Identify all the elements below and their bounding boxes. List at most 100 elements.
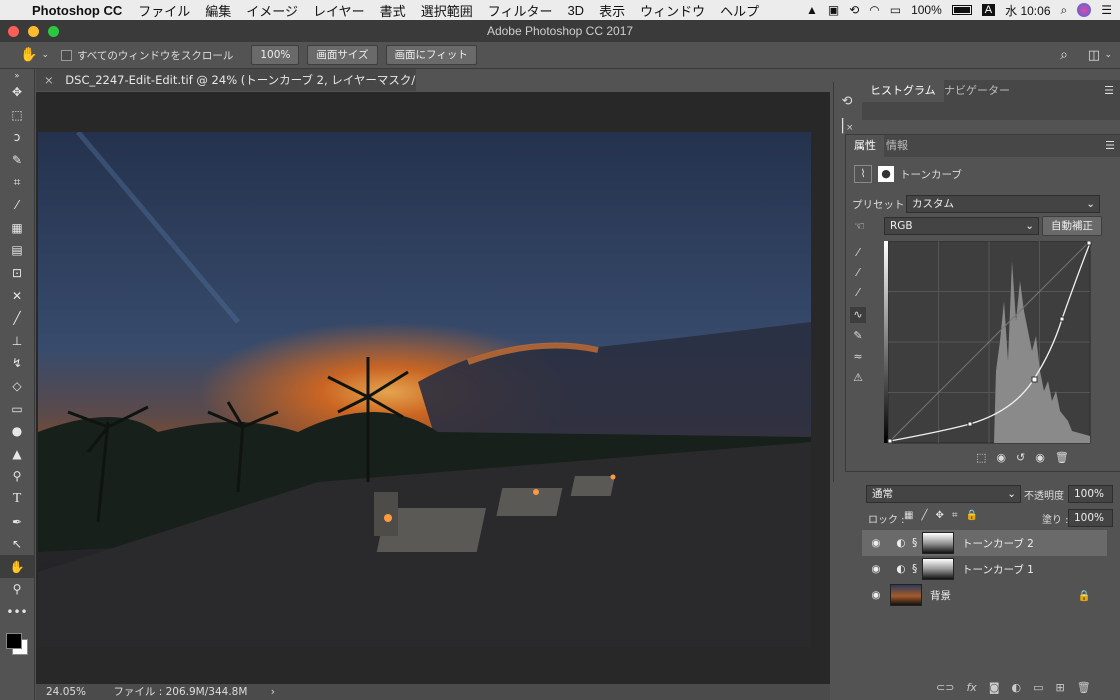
layer-name[interactable]: 背景 (930, 588, 951, 603)
eraser-tool-icon[interactable]: ◇ (0, 375, 34, 398)
new-layer-icon[interactable]: ⊞ (1056, 681, 1065, 694)
status-chevron-icon[interactable]: › (271, 686, 275, 698)
frame-tool-icon[interactable]: ⊡ (0, 262, 34, 285)
history-panel-icon[interactable]: ⟲ (834, 94, 860, 109)
layer-name[interactable]: トーンカーブ 1 (962, 562, 1034, 577)
delete-layer-icon[interactable]: 🗑 (1077, 681, 1091, 694)
zoom-window-button[interactable] (48, 26, 59, 37)
wifi-icon[interactable]: ◠ (869, 3, 879, 17)
lock-pixels-icon[interactable]: ╱ (921, 510, 927, 521)
curve-graph[interactable] (884, 241, 1092, 447)
white-point-eyedropper-icon[interactable]: ⁄ (850, 285, 866, 301)
lock-transparent-icon[interactable]: ▦ (904, 510, 913, 521)
link-layers-icon[interactable]: ⊂⊃ (936, 681, 954, 694)
search-icon[interactable]: ⌕ (1060, 47, 1068, 63)
lock-artboard-icon[interactable]: ⌗ (952, 510, 958, 521)
blur-tool-icon[interactable]: ● (0, 420, 34, 443)
screen-size-button[interactable]: 画面サイズ (307, 45, 378, 65)
menu-view[interactable]: 表示 (599, 1, 625, 20)
new-group-icon[interactable]: ▭ (1033, 681, 1043, 694)
link-icon[interactable]: § (912, 537, 922, 549)
notification-center-icon[interactable]: ☰ (1101, 3, 1112, 17)
foreground-color-swatch[interactable] (6, 633, 22, 650)
menu-image[interactable]: イメージ (246, 1, 298, 20)
fit-screen-button[interactable]: 画面にフィット (385, 45, 477, 65)
layer-row-background[interactable]: ◉ 背景 🔒 (862, 582, 1107, 608)
eyedropper-tool-icon[interactable]: ⁄ (0, 194, 34, 217)
zoom-level[interactable]: 24.05% (46, 686, 86, 698)
menu-filter[interactable]: フィルター (488, 1, 553, 20)
layer-row-curves-2[interactable]: ◉ ◐ § トーンカーブ 2 (862, 530, 1107, 556)
app-menu[interactable]: Photoshop CC (32, 3, 122, 18)
visibility-eye-icon[interactable]: ◉ (1035, 451, 1045, 464)
tab-info[interactable]: 情報 (878, 135, 916, 157)
layer-name[interactable]: トーンカーブ 2 (962, 536, 1034, 551)
type-tool-icon[interactable]: T (0, 488, 34, 511)
target-adjust-icon[interactable]: ☜ (854, 219, 865, 233)
layer-mask-thumbnail[interactable] (922, 532, 954, 554)
menu-help[interactable]: ヘルプ (720, 1, 759, 20)
edit-toolbar-icon[interactable]: ••• (0, 601, 34, 624)
dodge-tool-icon[interactable]: ⚲ (0, 465, 34, 488)
quick-selection-tool-icon[interactable]: ✎ (0, 149, 34, 172)
lock-all-icon[interactable]: 🔒 (966, 510, 978, 521)
visibility-eye-icon[interactable]: ◉ (862, 589, 890, 601)
smooth-curve-icon[interactable]: ≈ (850, 349, 866, 365)
gray-point-eyedropper-icon[interactable]: ⁄ (850, 265, 866, 281)
curve-point-tool-icon[interactable]: ∿ (850, 307, 866, 323)
time-machine-icon[interactable]: ⟲ (849, 3, 859, 17)
image-canvas[interactable] (38, 132, 811, 647)
black-point-eyedropper-icon[interactable]: ⁄ (850, 245, 866, 261)
reset-icon[interactable]: ↺ (1016, 451, 1025, 464)
bandage-tool-icon[interactable]: ▤ (0, 239, 34, 262)
lock-position-icon[interactable]: ✥ (935, 510, 943, 521)
layer-thumbnail[interactable] (890, 584, 922, 606)
spotlight-icon[interactable]: ⌕ (1061, 3, 1068, 18)
mask-icon[interactable]: ● (878, 166, 894, 182)
opacity-input[interactable]: 100% (1068, 485, 1113, 503)
zoom-tool-icon[interactable]: ⚲ (0, 578, 34, 601)
vlc-icon[interactable]: ▲ (806, 3, 818, 17)
layer-row-curves-1[interactable]: ◉ ◐ § トーンカーブ 1 (862, 556, 1107, 582)
menu-edit[interactable]: 編集 (205, 1, 231, 20)
document-tab[interactable]: × DSC_2247-Edit-Edit.tif @ 24% (トーンカーブ 2… (36, 69, 416, 91)
visibility-eye-icon[interactable]: ◉ (862, 537, 890, 549)
chevron-down-icon[interactable]: ⌄ (41, 50, 49, 60)
auto-button[interactable]: 自動補正 (1042, 216, 1102, 236)
gradient-tool-icon[interactable]: ▭ (0, 397, 34, 420)
app-status-icon[interactable]: ▣ (828, 3, 839, 17)
new-adjustment-layer-icon[interactable]: ◐ (1012, 681, 1022, 694)
airplay-icon[interactable]: ▭ (890, 3, 901, 17)
blend-mode-select[interactable]: 通常 ⌄ (866, 485, 1021, 503)
panel-menu-icon[interactable]: ☰ (1105, 139, 1115, 152)
delete-adjustment-icon[interactable]: 🗑 (1055, 451, 1069, 464)
minimize-window-button[interactable] (28, 26, 39, 37)
marquee-tool-icon[interactable]: ⬚ (0, 104, 34, 127)
fill-input[interactable]: 100% (1068, 509, 1113, 527)
panel-menu-icon[interactable]: ☰ (1104, 84, 1114, 97)
menu-window[interactable]: ウィンドウ (640, 1, 705, 20)
crop-tool-icon[interactable]: ⌗ (0, 171, 34, 194)
close-document-icon[interactable]: × (44, 73, 54, 87)
clone-stamp-tool-icon[interactable]: ⊥ (0, 330, 34, 353)
menu-type[interactable]: 書式 (380, 1, 406, 20)
link-icon[interactable]: § (912, 563, 922, 575)
battery-percent[interactable]: 100% (911, 3, 942, 17)
close-window-button[interactable] (8, 26, 19, 37)
view-previous-icon[interactable]: ◉ (996, 451, 1006, 464)
preset-select[interactable]: カスタム ⌄ (906, 195, 1100, 213)
workspace-chevron-icon[interactable]: ⌄ (1104, 50, 1112, 60)
layer-mask-thumbnail[interactable] (922, 558, 954, 580)
zoom-100-button[interactable]: 100% (251, 45, 300, 65)
input-source[interactable]: A (981, 4, 996, 16)
workspace-icon[interactable]: ◫ (1088, 48, 1100, 63)
hand-tool-icon[interactable]: ✋ (0, 555, 34, 579)
tab-histogram[interactable]: ヒストグラム (862, 80, 944, 102)
menu-layer[interactable]: レイヤー (313, 1, 365, 20)
move-tool-icon[interactable]: ✥ (0, 81, 34, 104)
clip-to-layer-icon[interactable]: ⬚ (976, 451, 986, 464)
siri-icon[interactable] (1077, 3, 1092, 17)
history-brush-tool-icon[interactable]: ↯ (0, 352, 34, 375)
menu-select[interactable]: 選択範囲 (421, 1, 473, 20)
visibility-eye-icon[interactable]: ◉ (862, 563, 890, 575)
